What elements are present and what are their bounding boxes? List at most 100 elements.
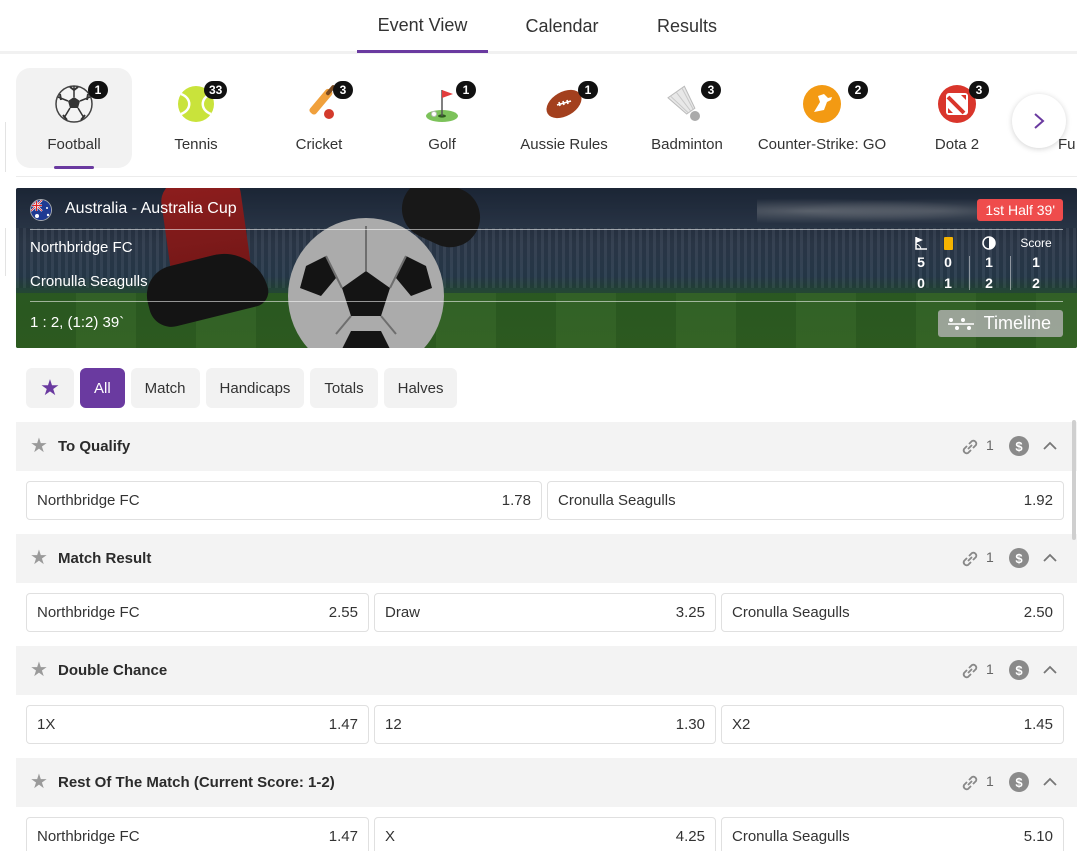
corners-column: 5 0: [906, 234, 936, 294]
sport-item-badminton[interactable]: 3 Badminton: [629, 68, 745, 168]
odds-price: 4.25: [675, 828, 705, 845]
market-header-to-qualify[interactable]: ★ To Qualify 1 $: [16, 422, 1077, 471]
market-header-rest-of-match[interactable]: ★ Rest Of The Match (Current Score: 1-2)…: [16, 758, 1077, 807]
corner-flag-icon: [906, 234, 936, 252]
chevron-up-icon[interactable]: [1040, 548, 1060, 568]
odds-price: 1.45: [1023, 716, 1053, 733]
filter-match[interactable]: Match: [130, 368, 200, 408]
carousel-next-button[interactable]: [1012, 94, 1066, 148]
odds-price: 1.92: [1023, 492, 1053, 509]
odds-button[interactable]: Northbridge FC 1.47: [26, 817, 369, 851]
sport-item-tennis[interactable]: 33 Tennis: [138, 68, 254, 168]
home-corners: 5: [917, 254, 925, 270]
odds-price: 1.47: [328, 716, 358, 733]
odds-row: Northbridge FC 2.55 Draw 3.25 Cronulla Sea…: [26, 593, 1077, 632]
sport-label: Tennis: [174, 136, 218, 153]
sport-count-badge: 1: [88, 81, 108, 99]
top-navigation: Event View Calendar Results: [0, 0, 1077, 54]
cashout-icon: $: [1009, 436, 1029, 456]
score-column: Score 1 2: [1016, 234, 1056, 294]
odds-label: Draw: [385, 604, 421, 621]
chevron-right-icon: [1034, 113, 1045, 129]
sport-item-golf[interactable]: 1 Golf: [384, 68, 500, 168]
odds-button[interactable]: Cronulla Seagulls 5.10: [721, 817, 1064, 851]
market-title: To Qualify: [58, 438, 131, 455]
link-icon[interactable]: [960, 437, 980, 457]
sport-label: Counter-Strike: GO: [757, 136, 887, 153]
sport-label: Fu: [1058, 136, 1076, 153]
sport-count-badge: 3: [969, 81, 989, 99]
tab-calendar[interactable]: Calendar: [508, 0, 616, 53]
odds-label: 1X: [37, 716, 56, 733]
favourites-filter-button[interactable]: ★: [26, 368, 74, 408]
odds-button[interactable]: Cronulla Seagulls 2.50: [721, 593, 1064, 632]
sport-count-badge: 3: [701, 81, 721, 99]
timeline-label: Timeline: [983, 313, 1051, 333]
sport-label: Football: [47, 136, 101, 153]
link-icon[interactable]: [960, 549, 980, 569]
star-icon: ★: [40, 375, 60, 400]
odds-price: 1.47: [328, 828, 358, 845]
link-count: 1: [986, 437, 994, 453]
away-score: 2: [1032, 275, 1040, 291]
odds-label: 12: [385, 716, 402, 733]
link-icon[interactable]: [960, 661, 980, 681]
tab-event-view[interactable]: Event View: [357, 0, 488, 53]
odds-button[interactable]: Northbridge FC 1.78: [26, 481, 542, 520]
odds-price: 2.55: [328, 604, 358, 621]
chevron-up-icon[interactable]: [1040, 436, 1060, 456]
home-yellow-cards: 0: [944, 254, 952, 270]
chevron-up-icon[interactable]: [1040, 772, 1060, 792]
star-icon[interactable]: ★: [30, 548, 50, 568]
odds-button[interactable]: X2 1.45: [721, 705, 1064, 744]
odds-button[interactable]: Draw 3.25: [374, 593, 716, 632]
cashout-icon: $: [1009, 660, 1029, 680]
filter-all[interactable]: All: [80, 368, 125, 408]
odds-label: X2: [732, 716, 751, 733]
odds-button[interactable]: Northbridge FC 2.55: [26, 593, 369, 632]
sport-item-football[interactable]: 1 Football: [16, 68, 132, 169]
odds-button[interactable]: 1X 1.47: [26, 705, 369, 744]
filter-handicaps[interactable]: Handicaps: [205, 368, 305, 408]
away-corners: 0: [917, 275, 925, 291]
counter-strike-icon: [802, 84, 842, 124]
link-count: 1: [986, 549, 994, 565]
divider: [969, 256, 970, 290]
market-header-double-chance[interactable]: ★ Double Chance 1 $: [16, 646, 1077, 695]
odds-label: Cronulla Seagulls: [732, 604, 850, 621]
tab-results[interactable]: Results: [636, 0, 738, 53]
star-icon[interactable]: ★: [30, 436, 50, 456]
sport-item-dota-2[interactable]: 3 Dota 2: [899, 68, 1015, 168]
home-score: 1: [1032, 254, 1040, 270]
timeline-button[interactable]: Timeline: [937, 310, 1063, 337]
divider: [1010, 256, 1011, 290]
sport-label: Cricket: [295, 136, 343, 153]
star-icon[interactable]: ★: [30, 660, 50, 680]
market-header-match-result[interactable]: ★ Match Result 1 $: [16, 534, 1077, 583]
link-icon[interactable]: [960, 773, 980, 793]
cashout-icon: $: [1009, 548, 1029, 568]
divider: [16, 176, 1077, 177]
odds-price: 3.25: [675, 604, 705, 621]
odds-button[interactable]: X 4.25: [374, 817, 716, 851]
away-yellow-cards: 1: [944, 275, 952, 291]
filter-totals[interactable]: Totals: [310, 368, 378, 408]
sport-item-cricket[interactable]: 3 Cricket: [261, 68, 377, 168]
sport-count-badge: 33: [204, 81, 228, 99]
chevron-up-icon[interactable]: [1040, 660, 1060, 680]
star-icon[interactable]: ★: [30, 772, 50, 792]
odds-button[interactable]: 12 1.30: [374, 705, 716, 744]
active-sport-indicator: [54, 166, 94, 169]
sport-count-badge: 3: [333, 81, 353, 99]
market-title: Double Chance: [58, 662, 168, 679]
sport-item-aussie-rules[interactable]: 1 Aussie Rules: [506, 68, 622, 168]
sport-count-badge: 2: [848, 81, 868, 99]
scrollbar-thumb[interactable]: [1072, 420, 1076, 540]
timeline-icon: [947, 317, 974, 330]
odds-button[interactable]: Cronulla Seagulls 1.92: [547, 481, 1064, 520]
league-name[interactable]: Australia - Australia Cup: [65, 200, 237, 218]
event-scoreboard: Australia - Australia Cup 1st Half 39' N…: [16, 188, 1077, 348]
filter-halves[interactable]: Halves: [383, 368, 458, 408]
live-score-text: 1 : 2, (1:2) 39`: [30, 314, 125, 331]
sport-item-counter-strike[interactable]: 2 Counter-Strike: GO: [752, 68, 892, 168]
